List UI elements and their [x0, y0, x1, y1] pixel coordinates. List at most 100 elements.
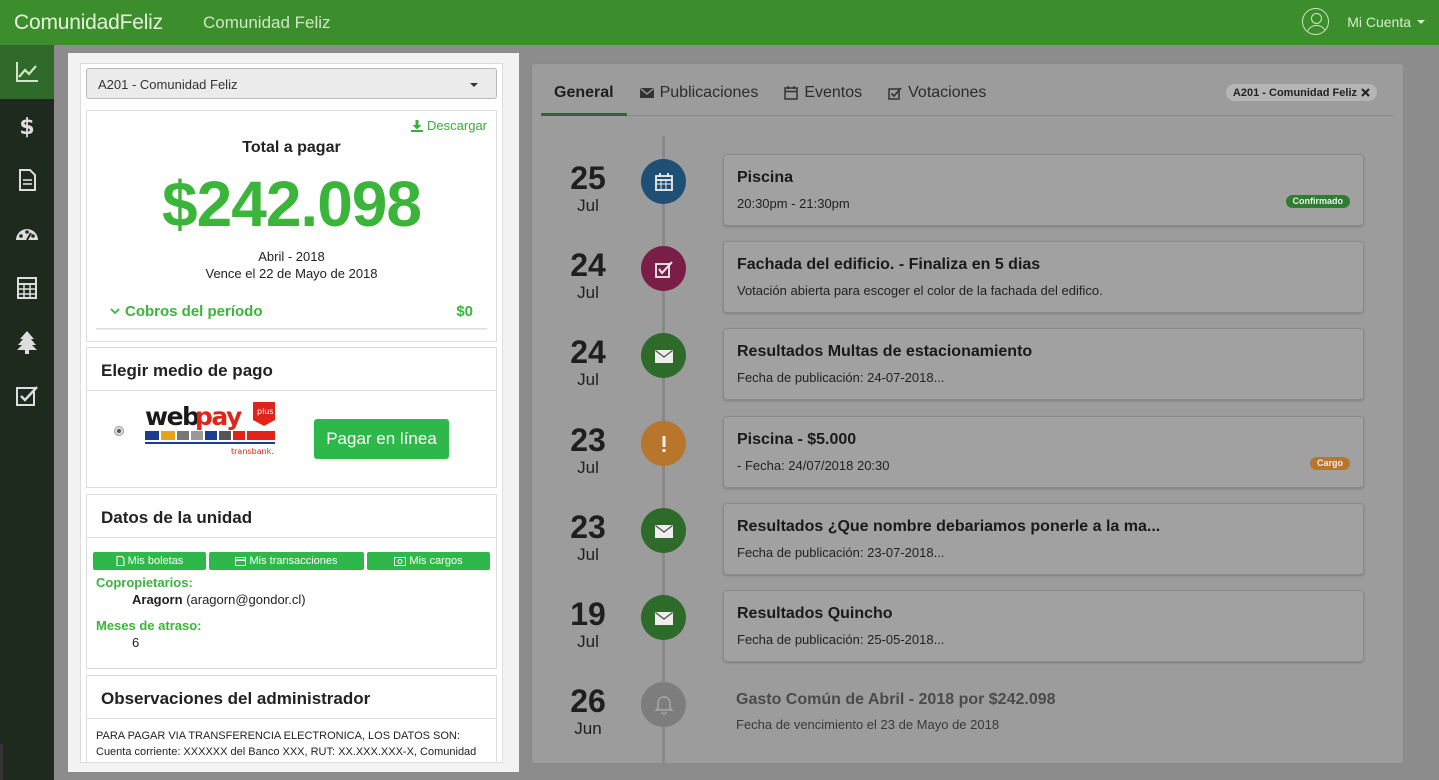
- sidebar-item-payments[interactable]: $: [0, 99, 54, 153]
- timeline-event: 24 Jul Fachada del edificio. - Finaliza en…: [532, 241, 1403, 313]
- tab-eventos[interactable]: Eventos: [771, 77, 875, 116]
- my-transactions-button[interactable]: Mis transacciones: [209, 552, 364, 570]
- unit-filter-label: A201 - Comunidad Feliz: [1232, 86, 1357, 99]
- my-charges-label: Mis cargos: [409, 555, 463, 567]
- event-subtitle: Fecha de publicación: 23-07-2018...: [737, 545, 945, 560]
- sidebar-item-documents[interactable]: [0, 153, 54, 207]
- dashboard-icon: [16, 229, 38, 241]
- calendar-icon: [784, 86, 799, 100]
- user-avatar-icon[interactable]: [1302, 8, 1330, 35]
- event-title: Resultados Quincho: [737, 605, 893, 622]
- cobros-toggle[interactable]: Cobros del período $0: [96, 294, 487, 329]
- event-title[interactable]: Gasto Común de Abril - 2018 por $242.098: [736, 691, 1056, 709]
- sidebar-item-calculator[interactable]: [0, 261, 54, 315]
- event-day: 23: [570, 509, 606, 545]
- event-type-marker: [641, 246, 686, 291]
- account-menu[interactable]: Mi Cuenta: [1302, 8, 1425, 35]
- download-link[interactable]: Descargar: [411, 118, 487, 133]
- event-card[interactable]: Resultados Quincho Fecha de publicación: …: [723, 590, 1364, 662]
- timeline-event: 23 Jul Resultados ¿Que nombre debariamos p…: [532, 503, 1403, 575]
- brand-logo[interactable]: ComunidadFeliz: [14, 11, 203, 35]
- left-panel: A201 - Comunidad Feliz Descargar Total a…: [68, 53, 519, 772]
- envelope-icon: [654, 611, 673, 625]
- top-bar: ComunidadFeliz Comunidad Feliz Mi Cuenta: [0, 0, 1439, 45]
- close-icon[interactable]: [1361, 88, 1370, 97]
- event-status-badge: Cargo: [1309, 457, 1350, 470]
- event-card[interactable]: Resultados Multas de estacionamiento Fech…: [723, 328, 1364, 400]
- my-charges-button[interactable]: Mis cargos: [367, 552, 490, 570]
- unit-card: Datos de la unidad Mis boletas Mis trans…: [86, 494, 497, 669]
- event-card[interactable]: Resultados ¿Que nombre debariamos ponerl…: [723, 503, 1364, 575]
- payment-title: Elegir medio de pago: [87, 348, 496, 391]
- sidebar-item-dashboard[interactable]: [0, 45, 54, 99]
- event-day: 19: [570, 596, 606, 632]
- envelope-icon: [654, 524, 673, 538]
- svg-text:transbank.: transbank.: [231, 447, 274, 456]
- owners-label: Copropietarios:: [96, 575, 193, 590]
- event-subtitle: Votación abierta para escoger el color d…: [737, 283, 1103, 298]
- observations-title: Observaciones del administrador: [87, 676, 496, 719]
- tab-votaciones-label: Votaciones: [908, 84, 987, 101]
- account-label[interactable]: Mi Cuenta: [1347, 14, 1411, 30]
- payment-card: Elegir medio de pago web pay plus transb…: [86, 347, 497, 488]
- file-icon: [116, 556, 125, 566]
- cobros-amount: $0: [456, 302, 473, 320]
- bell-icon: [653, 695, 674, 715]
- webpay-logo[interactable]: web pay plus transbank.: [145, 400, 277, 458]
- timeline-event: 24 Jul Resultados Multas de estacionamient…: [532, 328, 1403, 400]
- event-month: Jul: [577, 632, 599, 651]
- period-label: Abril - 2018: [258, 249, 325, 264]
- sidebar-item-votes[interactable]: [0, 369, 54, 423]
- unit-select[interactable]: A201 - Comunidad Feliz: [86, 68, 497, 99]
- event-subtitle: - Fecha: 24/07/2018 20:30: [737, 458, 890, 473]
- event-day: 24: [570, 247, 606, 283]
- event-card[interactable]: Piscina - $5.000 - Fecha: 24/07/2018 20:3…: [723, 416, 1364, 488]
- event-month: Jul: [577, 370, 599, 389]
- tab-votaciones[interactable]: Votaciones: [875, 77, 999, 116]
- sidebar: $: [0, 45, 54, 780]
- timeline-event: 19 Jul Resultados Quincho Fecha de publicac…: [532, 590, 1403, 662]
- exclamation-icon: [662, 435, 665, 452]
- tab-publicaciones[interactable]: Publicaciones: [627, 77, 772, 116]
- tab-general-label: General: [554, 84, 614, 101]
- total-label: Total a pagar: [242, 139, 341, 156]
- chevron-down-icon: [110, 308, 120, 315]
- owner-entry: Aragorn (aragorn@gondor.cl): [132, 592, 306, 607]
- chart-line-icon: [16, 62, 38, 82]
- event-subtitle: 20:30pm - 21:30pm: [737, 196, 850, 211]
- my-receipts-label: Mis boletas: [127, 555, 184, 567]
- calendar-icon: [654, 172, 673, 191]
- svg-text:pay: pay: [195, 402, 242, 431]
- event-card[interactable]: Piscina 20:30pm - 21:30pm Confirmado: [723, 154, 1364, 226]
- webpay-radio[interactable]: [114, 426, 124, 436]
- timeline-event: 23 Jul Piscina - $5.000 - Fecha: 24/07/2018…: [532, 416, 1403, 488]
- event-title: Piscina - $5.000: [737, 431, 857, 448]
- my-receipts-button[interactable]: Mis boletas: [93, 552, 206, 570]
- event-title: Resultados Multas de estacionamiento: [737, 343, 1033, 360]
- total-amount: $242.098: [162, 168, 422, 240]
- sidebar-item-stats[interactable]: [0, 207, 54, 261]
- tab-eventos-label: Eventos: [804, 84, 863, 101]
- event-type-marker: [641, 508, 686, 553]
- pay-online-button[interactable]: Pagar en línea: [314, 419, 449, 459]
- event-type-marker: [641, 682, 686, 727]
- svg-text:plus: plus: [257, 407, 274, 416]
- event-card[interactable]: Fachada del edificio. - Finaliza en 5 di…: [723, 241, 1364, 313]
- tree-icon: [17, 331, 37, 354]
- unit-filter-badge[interactable]: A201 - Comunidad Feliz: [1225, 84, 1377, 101]
- tab-publicaciones-label: Publicaciones: [659, 84, 759, 101]
- my-transactions-label: Mis transacciones: [249, 555, 338, 567]
- timeline-event: 25 Jul Piscina 20:30pm - 21:30pm Confirmado: [532, 154, 1403, 226]
- svg-text:web: web: [145, 402, 199, 431]
- community-name[interactable]: Comunidad Feliz: [203, 13, 331, 33]
- tab-general[interactable]: General: [541, 77, 627, 116]
- envelope-icon: [654, 349, 673, 363]
- event-title: Resultados ¿Que nombre debariamos ponerl…: [737, 518, 1161, 535]
- unit-title: Datos de la unidad: [87, 495, 496, 538]
- envelope-icon: [639, 88, 654, 98]
- cobros-label: Cobros del período: [125, 302, 263, 320]
- event-day: 26: [570, 683, 606, 719]
- sidebar-item-spaces[interactable]: [0, 315, 54, 369]
- event-type-marker: [641, 421, 686, 466]
- owner-email[interactable]: (aragorn@gondor.cl): [186, 592, 305, 607]
